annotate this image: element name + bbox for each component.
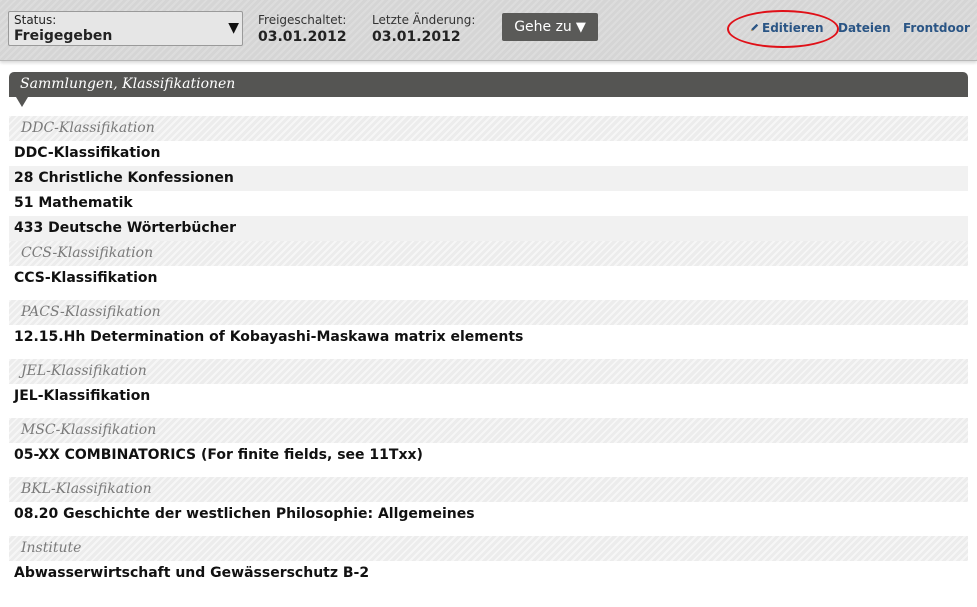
list-item: 08.20 Geschichte der westlichen Philosop… (14, 506, 475, 522)
list-item: JEL-Klassifikation (14, 388, 151, 404)
goto-label: Gehe zu (514, 19, 572, 35)
list-item: 05-XX COMBINATORICS (For finite fields, … (14, 447, 423, 463)
list-item: 51 Mathematik (14, 195, 133, 211)
released-date: 03.01.2012 (258, 29, 347, 45)
last-changed-label: Letzte Änderung: (372, 13, 476, 27)
list-item: 12.15.Hh Determination of Kobayashi-Mask… (14, 329, 524, 345)
group-header-ccs: CCS-Klassifikation (9, 241, 968, 266)
released-label: Freigeschaltet: (258, 13, 347, 27)
group-header-ddc: DDC-Klassifikation (9, 116, 968, 141)
section-title: Sammlungen, Klassifikationen (9, 72, 968, 97)
toolbar: Status: Freigegeben ▼ Freigeschaltet: 03… (0, 0, 977, 61)
list-item: 433 Deutsche Wörterbücher (9, 216, 968, 241)
frontdoor-link[interactable]: Frontdoor (903, 21, 970, 35)
classification-list: DDC-Klassifikation DDC-Klassifikation 28… (0, 116, 977, 586)
goto-button[interactable]: Gehe zu ▼ (502, 13, 598, 41)
group-header-bkl: BKL-Klassifikation (9, 477, 968, 502)
status-select[interactable]: Status: Freigegeben ▼ (8, 11, 243, 46)
triangle-down-icon: ▼ (228, 20, 239, 36)
group-header-msc: MSC-Klassifikation (9, 418, 968, 443)
group-header-pacs: PACS-Klassifikation (9, 300, 968, 325)
title-pointer (16, 97, 28, 107)
last-changed-info: Letzte Änderung: 03.01.2012 (372, 13, 475, 45)
list-item: Abwasserwirtschaft und Gewässerschutz B-… (14, 565, 370, 581)
list-item: CCS-Klassifikation (14, 270, 158, 286)
edit-link[interactable]: Editieren (749, 21, 824, 35)
status-value: Freigegeben (14, 28, 113, 44)
last-changed-date: 03.01.2012 (372, 29, 461, 45)
triangle-down-icon: ▼ (575, 20, 586, 35)
released-info: Freigeschaltet: 03.01.2012 (258, 13, 347, 45)
group-header-institute: Institute (9, 536, 968, 561)
list-item: 28 Christliche Konfessionen (9, 166, 968, 191)
files-link[interactable]: Dateien (838, 21, 891, 35)
list-item: DDC-Klassifikation (14, 145, 161, 161)
pencil-icon (750, 23, 759, 32)
edit-label: Editieren (762, 21, 824, 35)
group-header-jel: JEL-Klassifikation (9, 359, 968, 384)
status-label: Status: (14, 13, 57, 27)
